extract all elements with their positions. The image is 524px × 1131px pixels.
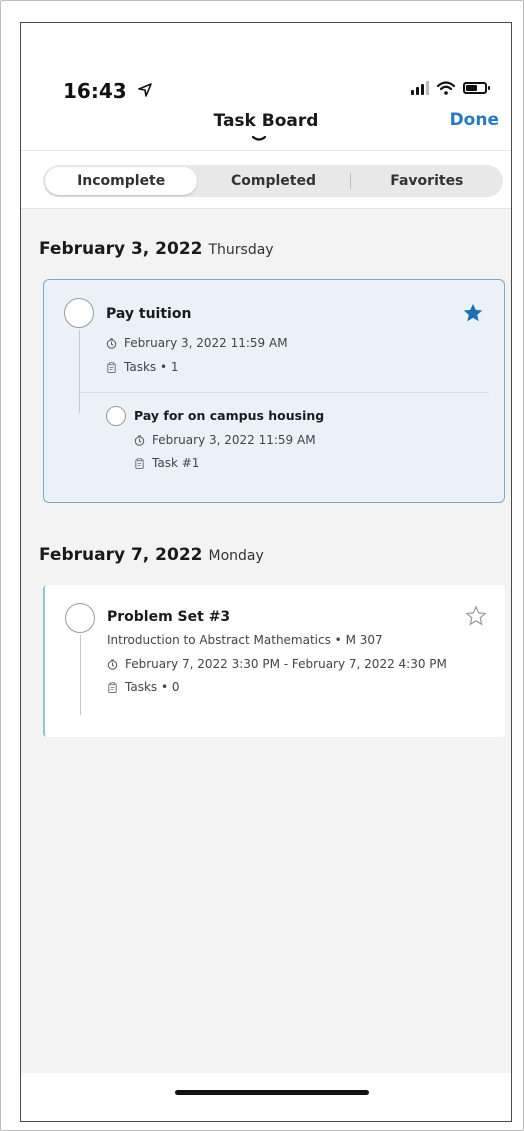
- subtask-title: Pay for on campus housing: [134, 408, 325, 423]
- subtask-count-text: Task #1: [152, 456, 200, 470]
- task-card-pay-tuition[interactable]: Pay tuition February 3, 2022 11:59 AM Ta…: [43, 279, 505, 503]
- clock-icon: [106, 337, 117, 349]
- task-count-text: Tasks • 0: [125, 680, 180, 694]
- date-header-weekday: Monday: [208, 548, 264, 564]
- divider: [79, 392, 489, 393]
- subtask-complete-checkbox[interactable]: [106, 406, 126, 426]
- tab-favorites[interactable]: Favorites: [351, 167, 503, 195]
- subtask-count: Task #1: [134, 456, 199, 470]
- task-count: Tasks • 1: [106, 360, 179, 374]
- star-icon[interactable]: [465, 605, 487, 627]
- tree-line: [80, 635, 81, 715]
- tree-line: [79, 412, 80, 413]
- task-card-problem-set[interactable]: Problem Set #3 Introduction to Abstract …: [43, 585, 505, 737]
- tab-incomplete[interactable]: Incomplete: [45, 167, 198, 195]
- status-time-text: 16:43: [63, 79, 127, 103]
- clock-icon: [134, 434, 145, 446]
- status-time: 16:43: [63, 79, 152, 103]
- clipboard-icon: [135, 457, 144, 469]
- task-complete-checkbox[interactable]: [65, 603, 95, 633]
- task-due: February 3, 2022 11:59 AM: [106, 336, 288, 350]
- clipboard-icon: [107, 361, 116, 373]
- page-title: Task Board: [213, 111, 319, 131]
- tree-line: [79, 330, 80, 412]
- task-title: Pay tuition: [106, 306, 192, 322]
- battery-icon: [463, 82, 490, 94]
- task-title: Problem Set #3: [107, 609, 231, 625]
- task-course-text: Introduction to Abstract Mathematics • M…: [107, 633, 383, 647]
- date-header-date: February 3, 2022: [39, 239, 203, 259]
- task-count: Tasks • 0: [107, 680, 180, 694]
- subtask-due: February 3, 2022 11:59 AM: [134, 433, 316, 447]
- task-due-text: February 3, 2022 11:59 AM: [124, 336, 288, 350]
- phone-screen: 16:43 Task Board Done Incomplete Complet…: [20, 22, 512, 1122]
- star-icon[interactable]: [462, 302, 484, 324]
- clock-icon: [107, 658, 118, 670]
- date-header: February 7, 2022 Monday: [39, 545, 264, 565]
- bottom-bar: [21, 1073, 511, 1121]
- task-count-text: Tasks • 1: [124, 360, 179, 374]
- tab-bar: Incomplete Completed Favorites: [21, 151, 511, 209]
- cellular-signal-icon: [411, 81, 429, 95]
- clipboard-icon: [108, 681, 117, 693]
- date-header-date: February 7, 2022: [39, 545, 203, 565]
- date-header-weekday: Thursday: [208, 242, 274, 258]
- location-arrow-icon: [137, 83, 152, 97]
- task-due-text: February 7, 2022 3:30 PM - February 7, 2…: [125, 657, 447, 671]
- tab-completed[interactable]: Completed: [197, 167, 349, 195]
- chevron-down-icon[interactable]: [251, 135, 267, 143]
- done-button[interactable]: Done: [450, 110, 499, 130]
- subtask-due-text: February 3, 2022 11:59 AM: [152, 433, 316, 447]
- date-header: February 3, 2022 Thursday: [39, 239, 274, 259]
- header: 16:43 Task Board Done: [21, 23, 511, 151]
- task-due: February 7, 2022 3:30 PM - February 7, 2…: [107, 657, 447, 671]
- wifi-icon: [437, 81, 455, 95]
- task-complete-checkbox[interactable]: [64, 298, 94, 328]
- task-course: Introduction to Abstract Mathematics • M…: [107, 633, 383, 647]
- segmented-control: Incomplete Completed Favorites: [43, 165, 503, 197]
- status-icons: [411, 81, 490, 95]
- home-indicator[interactable]: [175, 1090, 369, 1095]
